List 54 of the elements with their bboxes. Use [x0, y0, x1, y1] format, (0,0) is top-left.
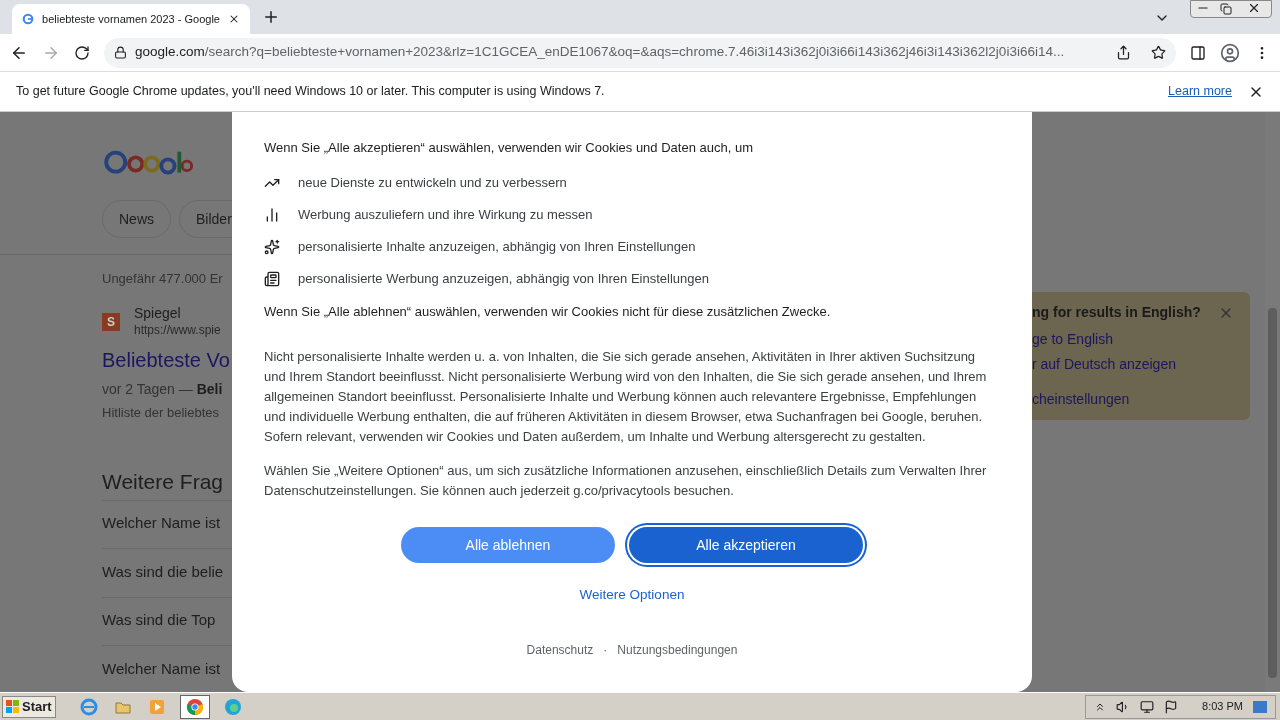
question-item[interactable]: Was sind die Top [102, 609, 216, 632]
site-url: https://www.spie [134, 321, 221, 339]
result-snippet: Hitliste der beliebtes [102, 403, 221, 422]
result-snippet: vor 2 Tagen — Beli [102, 379, 224, 399]
learn-more-link[interactable]: Learn more [1168, 82, 1232, 101]
card-title: ng for results in English? [1032, 303, 1201, 322]
result-count: Ungefähr 477.000 Er [102, 270, 224, 289]
flag-icon[interactable] [1164, 699, 1179, 714]
purpose-text: personalisierte Werbung anzuzeigen, abhängig von Ihren Einstellungen [298, 269, 709, 288]
question-item[interactable]: Was sind die belie [102, 560, 224, 584]
browser-tab[interactable]: beliebteste vornamen 2023 - Google [12, 4, 250, 34]
card-link[interactable]: r auf Deutsch anzeigen [1032, 354, 1250, 375]
bookmark-star-icon[interactable] [1151, 45, 1166, 60]
side-panel-icon[interactable] [1190, 44, 1206, 61]
infobar-message: To get future Google Chrome updates, you'll need Windows 10 or later. This computer is using Windows 7. [16, 83, 606, 101]
separator-dot: · [603, 642, 608, 660]
site-name: Spiegel [134, 304, 182, 322]
footer-link[interactable]: Nutzungsbedingungen [617, 641, 738, 660]
taskbar-app[interactable] [179, 694, 210, 719]
card-link[interactable]: cheinstellungen [1032, 389, 1250, 410]
share-icon[interactable] [1116, 45, 1131, 60]
show-desktop-icon[interactable] [1253, 700, 1267, 713]
consent-button[interactable]: Alle ablehnen [401, 527, 615, 563]
profile-icon[interactable] [1220, 42, 1240, 63]
more-options-link[interactable]: Weitere Optionen [579, 585, 685, 606]
footer-link[interactable]: Datenschutz [526, 641, 594, 660]
sparkle-icon [264, 238, 280, 255]
lock-icon [114, 46, 127, 59]
chrome-icon[interactable] [185, 697, 204, 716]
windows-logo-icon [6, 699, 20, 714]
new-tab-icon[interactable] [262, 8, 280, 26]
intro-text: Wenn Sie „Alle akzeptieren“ auswählen, verwenden wir Cookies und Daten auch, um [264, 139, 754, 157]
reload-icon[interactable] [74, 44, 90, 61]
clock: 8:03 PM [1202, 699, 1243, 715]
network-icon[interactable] [1140, 699, 1155, 714]
info-paragraph: Wählen Sie „Weitere Optionen“ aus, um sich zusätzliche Informationen anzusehen, einschließlich Details zum Verwalten Ihrer Datenschutzeinstellungen. Sie können auch jederzeit g.co/privacytools besuchen. [264, 462, 988, 500]
question-item[interactable]: Welcher Name ist [102, 512, 221, 535]
bar-chart-icon [264, 206, 280, 223]
section-heading: Weitere Frag [102, 469, 224, 496]
google-favicon-icon [22, 12, 34, 26]
url-text: google.com/search?q=beliebteste+vornamen+2023&rlz=1C1GCEA_enDE1067&oq=&aqs=chrome.7.46i3i143i362j0i3i66i143i362j46i3i143i362l2j0i3i66i14... [135, 43, 1066, 62]
newspaper-icon [264, 270, 280, 287]
purpose-text: personalisierte Inhalte anzuzeigen, abhängig von Ihren Einstellungen [298, 237, 696, 256]
site-favicon-icon: S [102, 312, 120, 331]
card-link[interactable]: ge to English [1032, 329, 1250, 350]
start-button[interactable]: Start [2, 695, 56, 718]
info-paragraph: Nicht personalisierte Inhalte werden u. a. von Inhalten, die Sie sich gerade ansehen, Aktivitäten in Ihrer aktiven Suchsitzung und Ihrem Standort beeinflusst. Nicht personalisierte Werbung wird von den Inhalten, die Sie sich gerade ansehen, und Ihrem allgemeinen Standort beeinflusst. Personalisierte Inhalte und Werbung können auch relevantere Ergebnisse, Empfehlungen und individuelle Werbung enthalten, die auf früheren Aktivitäten in diesem Browser, etwa Suchanfragen bei Google, beruhen. Sofern relevant, verwenden wir Cookies und Daten außerdem, um Inhalte und Werbung altersgerecht zu gestalten. [264, 348, 988, 446]
purpose-text: Werbung auszuliefern und ihre Wirkung zu messen [298, 205, 593, 224]
result-title-link[interactable]: Beliebteste Vo [102, 344, 232, 375]
question-item[interactable]: Welcher Name ist [102, 657, 221, 681]
reject-note: Wenn Sie „Alle ablehnen“ auswählen, verwenden wir Cookies nicht für diese zusätzlichen Zwecke. [264, 302, 832, 321]
address-bar[interactable]: google.com/search?q=beliebteste+vornamen+2023&rlz=1C1GCEA_enDE1067&oq=&aqs=chrome.7.46i3i143i362j0i3i66i143i362j46i3i143i362l2j0i3i66i14... [104, 37, 1176, 68]
purpose-text: neue Dienste zu entwickeln und zu verbessern [298, 173, 567, 192]
tab-title: beliebteste vornamen 2023 - Google [42, 11, 220, 27]
